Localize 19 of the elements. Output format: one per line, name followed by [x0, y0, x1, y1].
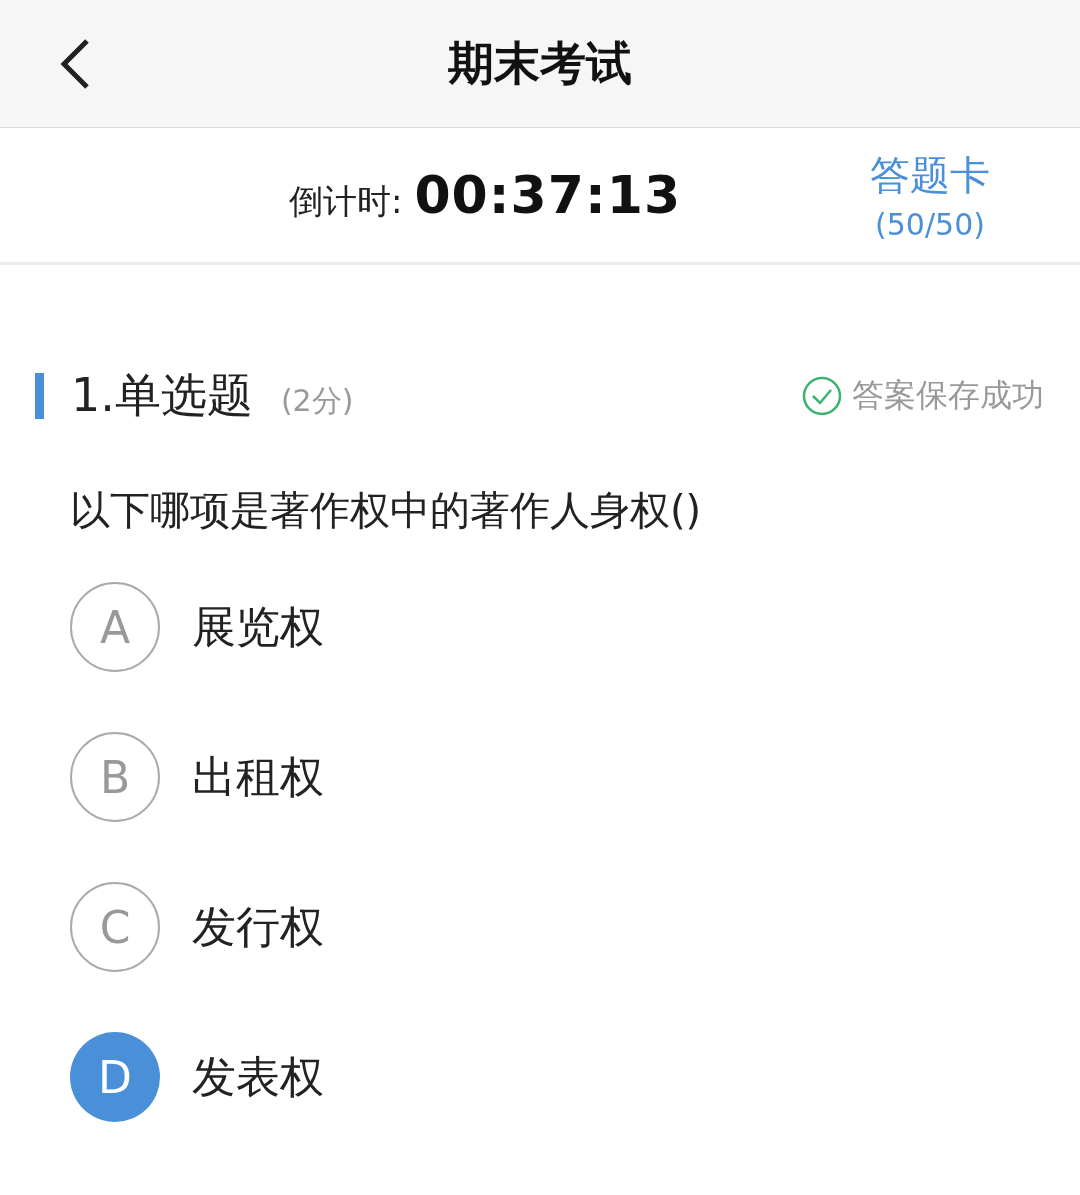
question-score: (2分) — [280, 381, 355, 420]
check-circle-icon — [802, 376, 842, 416]
save-status: 答案保存成功 — [852, 375, 1044, 416]
option-text[interactable]: 展览权 — [192, 597, 324, 657]
answer-card-button[interactable]: 答题卡 (50/50) — [870, 148, 990, 242]
back-icon — [59, 37, 91, 90]
option-radio[interactable]: B — [70, 732, 160, 822]
countdown-label: 倒计时: — [288, 180, 403, 223]
option-radio[interactable]: D — [70, 1032, 160, 1122]
option-text[interactable]: 发表权 — [192, 1047, 324, 1107]
option-text[interactable]: 发行权 — [192, 897, 324, 957]
option-text[interactable]: 出租权 — [192, 747, 324, 807]
countdown-time: 00:37:13 — [414, 165, 682, 225]
section-marker — [35, 373, 44, 419]
question-text: 以下哪项是著作权中的著作人身权() — [70, 486, 703, 535]
question-type: 1.单选题 — [71, 367, 253, 424]
page-title: 期末考试 — [447, 34, 633, 92]
option-radio[interactable]: A — [70, 582, 160, 672]
option-radio[interactable]: C — [70, 882, 160, 972]
